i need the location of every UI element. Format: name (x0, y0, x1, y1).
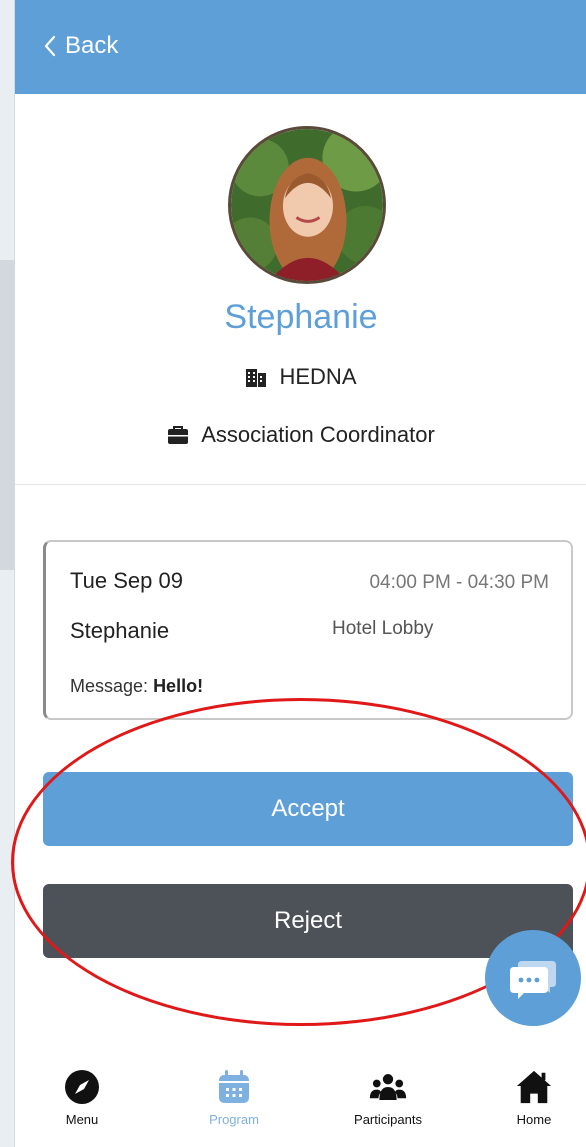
meeting-location: Hotel Lobby (332, 618, 434, 639)
tab-home[interactable]: Home (479, 1060, 586, 1147)
meeting-date: Tue Sep 09 (70, 568, 183, 593)
back-label: Back (65, 32, 119, 59)
profile-name: Stephanie (224, 298, 378, 336)
meeting-with: Stephanie (70, 618, 170, 643)
building-icon (246, 369, 267, 387)
tab-program[interactable]: Program (179, 1060, 289, 1147)
app-screen: Back Stephanie HEDNA Association Coordin… (11, 0, 586, 1147)
tab-participants-label: Participants (354, 1112, 422, 1127)
people-icon (369, 1068, 407, 1106)
reject-button[interactable]: Reject (43, 884, 573, 958)
meeting-card: Tue Sep 09 04:00 PM - 04:30 PM Stephanie… (43, 540, 573, 720)
chat-icon (510, 961, 556, 999)
briefcase-icon (168, 426, 189, 444)
accept-button[interactable]: Accept (43, 772, 573, 846)
home-icon (515, 1068, 553, 1106)
tab-program-label: Program (209, 1112, 259, 1127)
divider (15, 484, 586, 485)
tab-menu-label: Menu (65, 1112, 99, 1127)
job-title-line: Association Coordinator (15, 422, 586, 448)
organization-name: HEDNA (279, 364, 357, 389)
message-label: Message: (70, 676, 149, 696)
background-panel (0, 0, 14, 1147)
tab-home-label: Home (516, 1112, 552, 1127)
chevron-left-icon (44, 35, 56, 57)
avatar-photo (231, 129, 383, 281)
bottom-tab-bar: Menu Program Participants Home (15, 1060, 586, 1147)
meeting-message: Message: Hello! (70, 676, 203, 697)
top-bar: Back (15, 0, 586, 94)
message-text: Hello! (153, 676, 204, 696)
back-button[interactable]: Back (43, 30, 118, 62)
tab-participants[interactable]: Participants (333, 1060, 443, 1147)
job-title: Association Coordinator (201, 422, 435, 447)
avatar (228, 126, 386, 284)
meeting-time: 04:00 PM - 04:30 PM (369, 572, 549, 593)
background-shade (0, 260, 14, 570)
tab-menu[interactable]: Menu (27, 1060, 137, 1147)
calendar-icon (215, 1068, 253, 1106)
compass-icon (63, 1068, 101, 1106)
chat-button[interactable] (485, 930, 581, 1026)
organization-line: HEDNA (15, 364, 586, 390)
